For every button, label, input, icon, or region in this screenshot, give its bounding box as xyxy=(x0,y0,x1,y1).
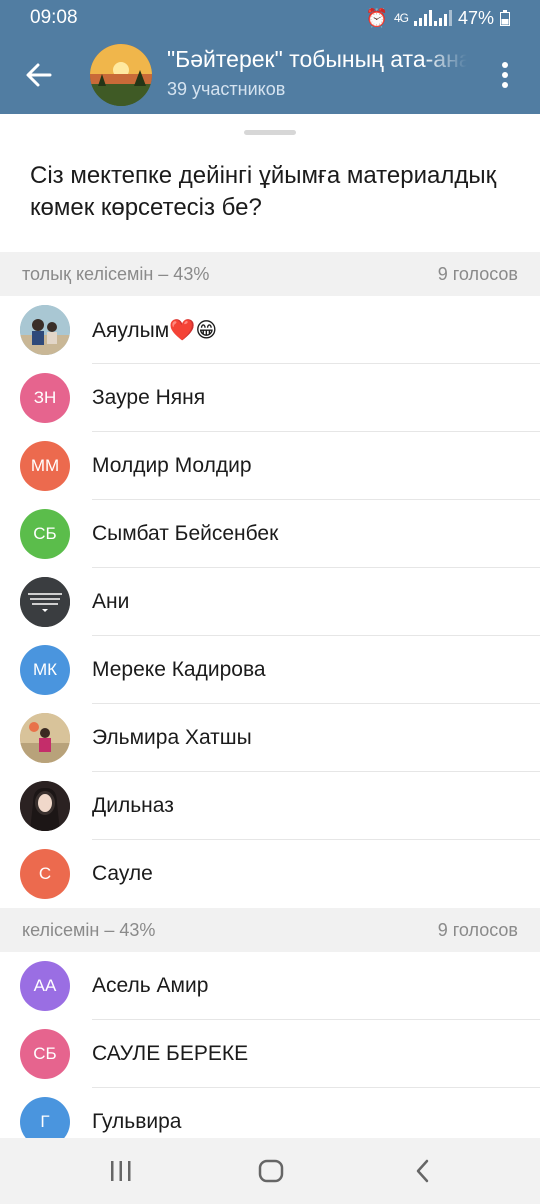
voter-row[interactable]: Эльмира Хатшы xyxy=(0,704,540,772)
avatar-initials: ММ xyxy=(30,456,60,475)
voter-name: Эльмира Хатшы xyxy=(92,726,252,749)
option-label: келісемін – 43% xyxy=(22,919,156,940)
avatar: АА xyxy=(20,961,70,1011)
avatar xyxy=(20,781,70,831)
avatar: С xyxy=(20,849,70,899)
chat-header: "Бәйтерек" тобының ата-аналары 39 участн… xyxy=(0,36,540,114)
avatar-initials: ЗН xyxy=(33,388,57,407)
voter-name: САУЛЕ БЕРЕКЕ xyxy=(92,1042,249,1065)
participants-count: 39 участников xyxy=(167,79,286,99)
avatar xyxy=(20,305,70,355)
voter-name: Сауле xyxy=(92,862,153,885)
avatar: СБ xyxy=(20,509,70,559)
back-nav-icon[interactable] xyxy=(408,1156,438,1186)
more-options-icon[interactable] xyxy=(492,60,518,90)
option-label: толық келісемін – 43% xyxy=(22,263,210,284)
chat-avatar[interactable] xyxy=(90,44,152,106)
avatar: ЗН xyxy=(20,373,70,423)
battery-percent: 47% xyxy=(457,7,494,28)
voter-row[interactable]: Дильназ xyxy=(0,772,540,840)
avatar-initials: АА xyxy=(33,976,57,995)
signal-icon xyxy=(413,10,452,26)
voter-name: Сымбат Бейсенбек xyxy=(92,522,279,545)
voter-name: Мереке Кадирова xyxy=(92,658,266,681)
avatar xyxy=(20,713,70,763)
network-type: 4G xyxy=(393,11,409,25)
vote-count: 9 голосов xyxy=(437,919,518,940)
voter-name: Ани xyxy=(92,590,130,613)
avatar: МК xyxy=(20,645,70,695)
voter-row[interactable]: АА Асель Амир xyxy=(0,952,540,1020)
avatar-initials: МК xyxy=(32,660,58,679)
voter-name: Гульвира xyxy=(92,1110,182,1133)
voter-name: Асель Амир xyxy=(92,974,209,997)
avatar-initials: СБ xyxy=(33,1044,57,1063)
voter-row[interactable]: ММ Молдир Молдир xyxy=(0,432,540,500)
voter-row[interactable]: МК Мереке Кадирова xyxy=(0,636,540,704)
avatar xyxy=(20,577,70,627)
chat-title[interactable]: "Бәйтерек" тобының ата-аналары xyxy=(167,46,467,73)
avatar-initials: СБ xyxy=(33,524,57,543)
system-nav-bar xyxy=(0,1138,540,1204)
vote-count: 9 голосов xyxy=(437,263,518,284)
sheet-handle[interactable] xyxy=(244,130,296,135)
status-time: 09:08 xyxy=(30,7,78,28)
voter-name: Аяулым❤️😁 xyxy=(92,319,218,342)
voter-row[interactable]: ЗН Зауре Няня xyxy=(0,364,540,432)
voter-name: Зауре Няня xyxy=(92,386,206,409)
voter-row[interactable]: СБ Сымбат Бейсенбек xyxy=(0,500,540,568)
avatar: Г xyxy=(20,1097,70,1138)
avatar-initials: Г xyxy=(40,1112,50,1131)
status-bar: 09:08 ⏰ 4G 47% xyxy=(0,0,540,36)
voter-name: Дильназ xyxy=(92,794,174,817)
status-icons: ⏰ 4G 47% xyxy=(366,8,510,29)
avatar-initials: С xyxy=(38,864,52,883)
voter-row[interactable]: Ани xyxy=(0,568,540,636)
recents-icon[interactable] xyxy=(106,1156,136,1186)
avatar: СБ xyxy=(20,1029,70,1079)
voter-row[interactable]: Г Гульвира xyxy=(0,1088,540,1138)
voter-row[interactable]: Аяулым❤️😁 xyxy=(0,296,540,364)
back-arrow-icon[interactable] xyxy=(22,58,56,92)
voter-name: Молдир Молдир xyxy=(92,454,252,477)
voter-row[interactable]: СБ САУЛЕ БЕРЕКЕ xyxy=(0,1020,540,1088)
poll-results-sheet: Сіз мектепке дейінгі ұйымға материалдық … xyxy=(0,114,540,1138)
battery-icon xyxy=(500,10,510,26)
voter-row[interactable]: С Сауле xyxy=(0,840,540,908)
option-header: толық келісемін – 43% 9 голосов xyxy=(0,252,540,296)
avatar: ММ xyxy=(20,441,70,491)
option-header: келісемін – 43% 9 голосов xyxy=(0,908,540,952)
alarm-icon: ⏰ xyxy=(365,7,388,28)
poll-question: Сіз мектепке дейінгі ұйымға материалдық … xyxy=(30,162,497,221)
home-icon[interactable] xyxy=(256,1156,286,1186)
